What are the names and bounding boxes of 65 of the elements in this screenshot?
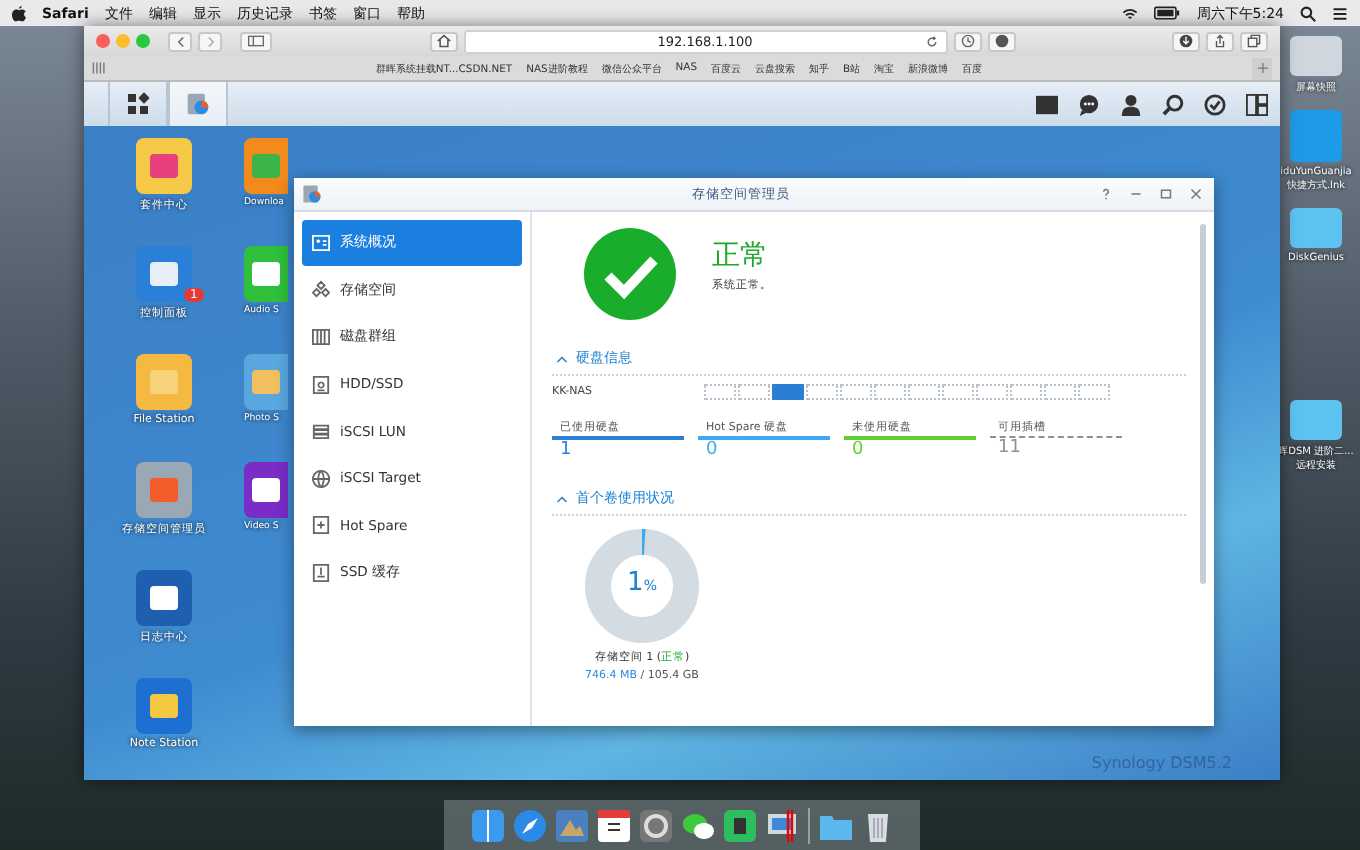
drive-icon [312, 563, 330, 582]
chat-icon[interactable] [1078, 93, 1100, 115]
cubes-icon [312, 280, 330, 299]
wifi-icon[interactable] [1122, 5, 1139, 21]
globe-icon [312, 469, 330, 488]
monitor-icon[interactable] [765, 809, 797, 841]
list-icon[interactable] [1332, 5, 1348, 21]
battery-icon[interactable] [1154, 6, 1181, 20]
reload-icon[interactable] [925, 35, 937, 47]
caret-icon [556, 353, 568, 363]
apple-icon[interactable] [12, 4, 26, 22]
status-title: 正常 [712, 237, 770, 273]
plus-icon [1257, 62, 1267, 74]
chevron-left-icon [175, 35, 185, 47]
stat-value: 1 [558, 440, 574, 460]
app-icon[interactable] [136, 246, 192, 302]
home-icon [435, 34, 451, 48]
sidebar-button[interactable] [240, 31, 272, 51]
scrollbar[interactable] [1200, 224, 1206, 584]
thumbnail-icon[interactable] [1290, 36, 1342, 76]
compass-icon[interactable] [513, 809, 545, 841]
app-icon [302, 184, 322, 204]
close-icon[interactable] [1190, 188, 1202, 200]
circle-icon [993, 34, 1009, 48]
download-button[interactable] [1172, 31, 1200, 51]
grid-icon[interactable] [92, 62, 106, 74]
stat-value: 11 [996, 438, 1023, 458]
calendar-icon[interactable] [597, 809, 629, 841]
photo-icon[interactable] [555, 809, 587, 841]
app-icon [186, 92, 210, 116]
extension-button[interactable] [987, 31, 1015, 51]
clock-icon [959, 34, 975, 48]
app-icon[interactable] [136, 570, 192, 626]
widgets-icon[interactable] [1246, 93, 1268, 115]
overview-icon [312, 233, 330, 252]
minimize-icon[interactable] [1130, 188, 1142, 200]
drive-icon [312, 375, 330, 394]
sidebar-icon [248, 34, 264, 48]
app-icon[interactable] [244, 462, 288, 518]
tabs-icon [1246, 34, 1262, 48]
tabs-button[interactable] [1240, 31, 1268, 51]
share-button[interactable] [1206, 31, 1234, 51]
stat-value: 0 [704, 440, 720, 460]
checkmark-icon [584, 228, 676, 320]
user-icon[interactable] [1120, 93, 1142, 115]
download-icon [1178, 34, 1194, 48]
grid-icon [126, 92, 150, 116]
chat-bubbles-icon[interactable] [681, 809, 713, 841]
monitor-icon[interactable] [1036, 93, 1058, 115]
maximize-icon[interactable] [1160, 188, 1172, 200]
help-icon[interactable] [1100, 188, 1112, 200]
history-button[interactable] [953, 31, 981, 51]
database-icon [312, 422, 330, 441]
stat-value: 0 [850, 440, 866, 460]
check-circle-icon[interactable] [1204, 93, 1226, 115]
search-icon[interactable] [1300, 5, 1316, 21]
usage-donut [584, 528, 700, 644]
caret-icon [556, 493, 568, 503]
back-button[interactable] [168, 31, 192, 51]
columns-icon [312, 327, 330, 346]
chevron-right-icon [205, 35, 215, 47]
plus-box-icon [312, 516, 330, 535]
search-icon[interactable] [1162, 93, 1184, 115]
share-icon [1212, 34, 1228, 48]
home-button[interactable] [429, 31, 457, 51]
